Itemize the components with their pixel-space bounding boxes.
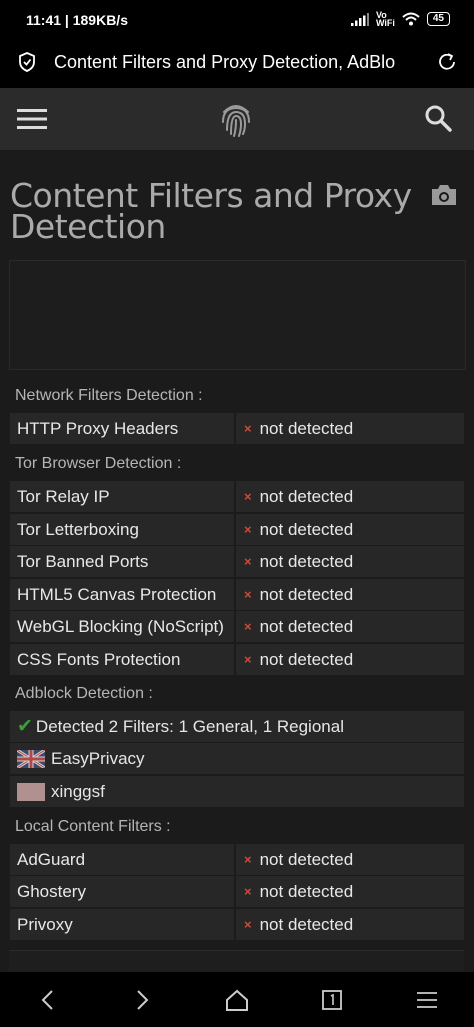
x-icon: × [244, 522, 252, 537]
row-label: Privoxy [10, 909, 234, 940]
battery-indicator: 45 [426, 12, 450, 26]
row-status: × not detected [236, 514, 464, 545]
browser-nav-bar [0, 972, 474, 1027]
content-continuation [9, 950, 464, 973]
x-icon: × [244, 421, 252, 436]
fingerprint-logo-icon[interactable] [219, 102, 253, 138]
forward-icon[interactable] [132, 989, 152, 1011]
signal-icon [350, 12, 369, 26]
row-label: CSS Fonts Protection [10, 644, 234, 675]
x-icon: × [244, 489, 252, 504]
status-icons: Vo WiFi 45 [350, 11, 450, 28]
x-icon: × [244, 652, 252, 667]
table-row: CSS Fonts Protection × not detected [10, 644, 464, 675]
table-row: Tor Relay IP × not detected [10, 481, 464, 512]
vowifi-icon: Vo WiFi [375, 11, 395, 28]
search-icon[interactable] [424, 104, 452, 132]
tabs-icon[interactable] [321, 989, 343, 1011]
row-status-text: not detected [259, 882, 354, 901]
uk-flag-icon [17, 749, 45, 768]
row-status: × not detected [236, 909, 464, 940]
adblock-summary-text: Detected 2 Filters: 1 General, 1 Regiona… [35, 717, 344, 736]
section-network-filters: Network Filters Detection : [15, 387, 203, 404]
row-status-text: not detected [259, 850, 354, 869]
row-status: × not detected [236, 413, 464, 444]
row-label: HTTP Proxy Headers [10, 413, 234, 444]
row-status-text: not detected [259, 520, 354, 539]
table-row: AdGuard × not detected [10, 844, 464, 875]
status-bar: 11:41 | 189KB/s Vo WiFi 45 [0, 0, 474, 40]
row-label: Tor Banned Ports [10, 546, 234, 577]
row-status: × not detected [236, 611, 464, 642]
table-row: WebGL Blocking (NoScript) × not detected [10, 611, 464, 642]
x-icon: × [244, 554, 252, 569]
row-status-text: not detected [259, 650, 354, 669]
row-label: Tor Relay IP [10, 481, 234, 512]
row-status-text: not detected [259, 552, 354, 571]
table-row: Tor Letterboxing × not detected [10, 514, 464, 545]
row-status-text: not detected [259, 585, 354, 604]
row-label: HTML5 Canvas Protection [10, 579, 234, 610]
browser-url-bar: Content Filters and Proxy Detection, AdB… [0, 40, 474, 88]
table-row: HTTP Proxy Headers × not detected [10, 413, 464, 444]
row-status: × not detected [236, 481, 464, 512]
row-status-text: not detected [259, 915, 354, 934]
cn-flag-icon [17, 782, 45, 801]
row-status: × not detected [236, 644, 464, 675]
ad-placeholder [9, 260, 466, 370]
vowifi-wifi: WiFi [375, 18, 395, 28]
row-label: WebGL Blocking (NoScript) [10, 611, 234, 642]
status-time: 11:41 | 189KB/s [26, 12, 128, 28]
filter-name: EasyPrivacy [51, 749, 145, 768]
row-status-text: not detected [259, 617, 354, 636]
row-status: × not detected [236, 876, 464, 907]
row-label: Tor Letterboxing [10, 514, 234, 545]
table-row: HTML5 Canvas Protection × not detected [10, 579, 464, 610]
x-icon: × [244, 852, 252, 867]
x-icon: × [244, 884, 252, 899]
site-header [0, 88, 474, 150]
row-status-text: not detected [259, 419, 354, 438]
menu-lines-icon[interactable] [416, 989, 438, 1011]
x-icon: × [244, 917, 252, 932]
reload-icon[interactable] [436, 51, 458, 73]
camera-icon[interactable] [430, 183, 458, 207]
table-row: Privoxy × not detected [10, 909, 464, 940]
table-row: Ghostery × not detected [10, 876, 464, 907]
table-row: Tor Banned Ports × not detected [10, 546, 464, 577]
x-icon: × [244, 587, 252, 602]
row-status: × not detected [236, 579, 464, 610]
row-status-text: not detected [259, 487, 354, 506]
list-item: EasyPrivacy [10, 743, 464, 774]
row-label: Ghostery [10, 876, 234, 907]
back-icon[interactable] [38, 989, 58, 1011]
section-tor-detection: Tor Browser Detection : [15, 455, 182, 472]
list-item: xinggsf [10, 776, 464, 807]
x-icon: × [244, 619, 252, 634]
menu-icon[interactable] [17, 107, 47, 131]
wifi-icon [402, 12, 420, 26]
adblock-summary-row: ✔ Detected 2 Filters: 1 General, 1 Regio… [10, 711, 464, 742]
browser-tab-title[interactable]: Content Filters and Proxy Detection, AdB… [54, 52, 416, 73]
section-adblock-detection: Adblock Detection : [15, 685, 153, 702]
check-icon: ✔ [17, 716, 33, 737]
page-title: Content Filters and Proxy Detection [10, 176, 412, 246]
row-status: × not detected [236, 844, 464, 875]
row-status: × not detected [236, 546, 464, 577]
section-local-filters: Local Content Filters : [15, 818, 171, 835]
filter-name: xinggsf [51, 782, 105, 801]
home-icon[interactable] [225, 989, 249, 1011]
shield-icon[interactable] [18, 52, 36, 72]
row-label: AdGuard [10, 844, 234, 875]
